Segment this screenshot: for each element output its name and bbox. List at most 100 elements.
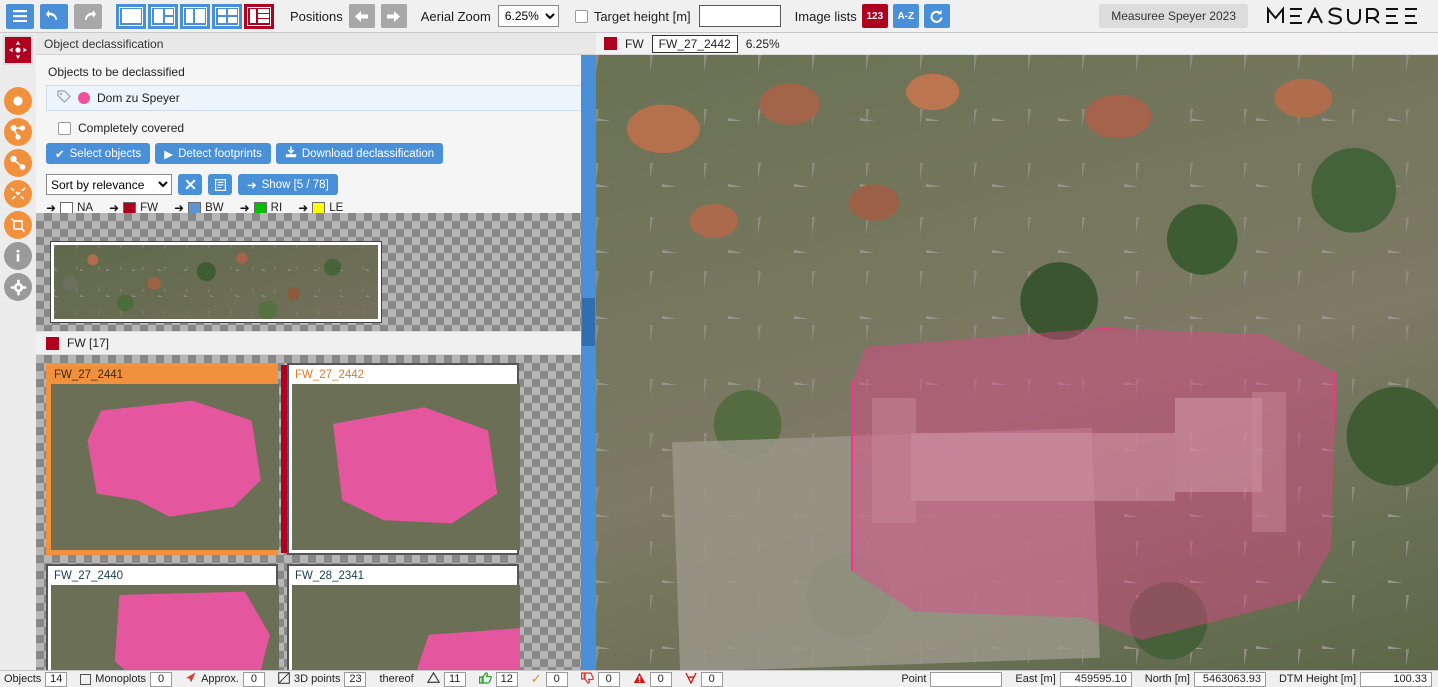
- scrollbar-thumb[interactable]: [582, 298, 595, 346]
- undo-button[interactable]: [40, 4, 68, 29]
- approx-label: Approx.: [201, 673, 239, 685]
- monoplots-value: 0: [150, 672, 172, 687]
- hamburger-menu-button[interactable]: [6, 4, 34, 29]
- thumbnail-card[interactable]: FW_27_2440: [46, 564, 278, 670]
- detect-footprints-button[interactable]: ▶ Detect footprints: [155, 143, 271, 164]
- thumbnail-aerial-image: [292, 585, 520, 670]
- dtm-label: DTM Height [m]: [1279, 673, 1356, 685]
- crosshair-move-icon: [8, 40, 28, 60]
- aerial-viewport[interactable]: [596, 55, 1438, 670]
- thumbnail-card[interactable]: FW_27_2442: [287, 363, 519, 555]
- image-list-alpha-button[interactable]: A-Z: [893, 4, 919, 28]
- previous-position-button[interactable]: [349, 4, 375, 28]
- check-icon: ✔: [55, 147, 65, 161]
- object-name-label: Dom zu Speyer: [97, 91, 180, 105]
- select-objects-button[interactable]: ✔ Select objects: [46, 143, 150, 164]
- hamburger-icon: [13, 10, 27, 22]
- object-color-dot: [78, 92, 90, 104]
- image-list-numeric-button[interactable]: 123: [862, 4, 888, 28]
- status-monoplots: Monoplots 0: [80, 672, 172, 687]
- arrow-right-icon: ➜: [247, 178, 257, 192]
- group-header-label: FW [17]: [67, 336, 109, 350]
- arrow-right-icon: [386, 10, 401, 23]
- declassification-polygon-overlay[interactable]: [851, 328, 1336, 643]
- redo-button[interactable]: [74, 4, 102, 29]
- status-bar: Objects 14 Monoplots 0 Approx. 0: [0, 670, 1438, 687]
- crosshair-move-tool-button[interactable]: [3, 35, 33, 65]
- cross-section-tool-icon[interactable]: [4, 180, 32, 208]
- area-tool-icon[interactable]: [4, 211, 32, 239]
- settings-gear-icon[interactable]: [4, 273, 32, 301]
- monoplots-label: Monoplots: [95, 673, 146, 685]
- warning-icon: [633, 672, 646, 687]
- target-height-label: Target height [m]: [594, 9, 691, 24]
- preview-aerial-image: [54, 245, 378, 319]
- thumbnail-list: FW_27_2441FW_27_2442FW_27_2440FW_28_2341: [36, 355, 581, 670]
- aerial-zoom-label: Aerial Zoom: [421, 9, 491, 24]
- thumbnail-footprint-polygon: [292, 384, 520, 550]
- layout-two-column-button[interactable]: [180, 4, 210, 29]
- dtm-value: 100.33: [1360, 672, 1432, 687]
- preview-thumbnail-card[interactable]: [50, 241, 382, 323]
- list-icon: [215, 179, 226, 191]
- left-panel-scrollbar[interactable]: [581, 55, 596, 670]
- status-thereof: thereof: [379, 673, 413, 685]
- forall-icon: [685, 672, 697, 687]
- points3d-value: 23: [344, 672, 366, 687]
- completely-covered-label: Completely covered: [78, 121, 184, 135]
- thumbsdown-value: 0: [598, 672, 620, 687]
- download-declassification-button[interactable]: Download declassification: [276, 143, 443, 164]
- warning-value: 0: [650, 672, 672, 687]
- point-tool-icon[interactable]: [4, 87, 32, 115]
- button-label: Download declassification: [302, 148, 434, 160]
- next-position-button[interactable]: [381, 4, 407, 28]
- status-triangle: 11: [427, 672, 466, 687]
- layout-one-plus-grid-button[interactable]: [148, 4, 178, 29]
- thumbnail-aerial-image: [51, 384, 279, 550]
- completely-covered-checkbox[interactable]: Completely covered: [58, 121, 586, 135]
- thumbnail-grid: FW_27_2441FW_27_2442FW_27_2440FW_28_2341: [46, 363, 581, 670]
- aerial-zoom-select[interactable]: 6.25%12.5%25%50%100%: [498, 5, 559, 27]
- triangle-value: 11: [444, 672, 466, 687]
- status-north: North [m] 5463063.93: [1145, 672, 1266, 687]
- list-view-button[interactable]: [208, 174, 232, 195]
- layout-single-button[interactable]: [116, 4, 146, 29]
- checkbox-box: [58, 122, 71, 135]
- layout-list-detail-button[interactable]: [244, 4, 274, 29]
- measuree-logo: [1266, 5, 1426, 27]
- thumbnail-aerial-image: [292, 384, 520, 550]
- checkbox-box: [575, 10, 588, 23]
- status-forall: 0: [685, 672, 723, 687]
- image-list-refresh-button[interactable]: [924, 4, 950, 28]
- show-button[interactable]: ➜ Show [5 / 78]: [238, 174, 338, 195]
- clear-filter-button[interactable]: [178, 174, 202, 195]
- layout-button-group: [116, 4, 276, 29]
- check-mark-icon: ✓: [531, 671, 542, 687]
- object-list-item[interactable]: Dom zu Speyer: [46, 85, 586, 111]
- status-thumbsup: 12: [479, 672, 518, 687]
- east-label: East [m]: [1015, 673, 1055, 685]
- sort-select[interactable]: Sort by relevanceSort by nameSort by dat…: [46, 174, 172, 195]
- group-header-fw[interactable]: FW [17]: [36, 331, 581, 355]
- aerial-view-header: FW FW_27_2442 6.25%: [596, 33, 1438, 55]
- tag-icon: [57, 90, 71, 106]
- layout-quad-button[interactable]: [212, 4, 242, 29]
- thumbs-down-icon: [581, 672, 594, 687]
- polyline-node-tool-icon[interactable]: [4, 118, 32, 146]
- thumbs-up-icon: [479, 672, 492, 687]
- panel-title: Object declassification: [36, 33, 596, 55]
- point-value[interactable]: [930, 672, 1002, 687]
- approx-value: 0: [243, 672, 265, 687]
- monoplot-icon: [80, 674, 91, 685]
- target-height-checkbox[interactable]: Target height [m]: [575, 9, 691, 24]
- thumbnail-card[interactable]: FW_28_2341: [287, 564, 519, 670]
- info-icon[interactable]: [4, 242, 32, 270]
- target-height-input[interactable]: [699, 5, 781, 27]
- project-chip[interactable]: Measuree Speyer 2023: [1099, 4, 1248, 28]
- triangle-icon: [427, 672, 440, 686]
- distance-tool-icon[interactable]: [4, 149, 32, 177]
- thumbnail-aerial-image: [51, 585, 279, 670]
- aerial-view-panel: FW FW_27_2442 6.25%: [596, 33, 1438, 670]
- current-image-name[interactable]: FW_27_2442: [652, 35, 738, 53]
- thumbnail-card[interactable]: FW_27_2441: [46, 363, 278, 555]
